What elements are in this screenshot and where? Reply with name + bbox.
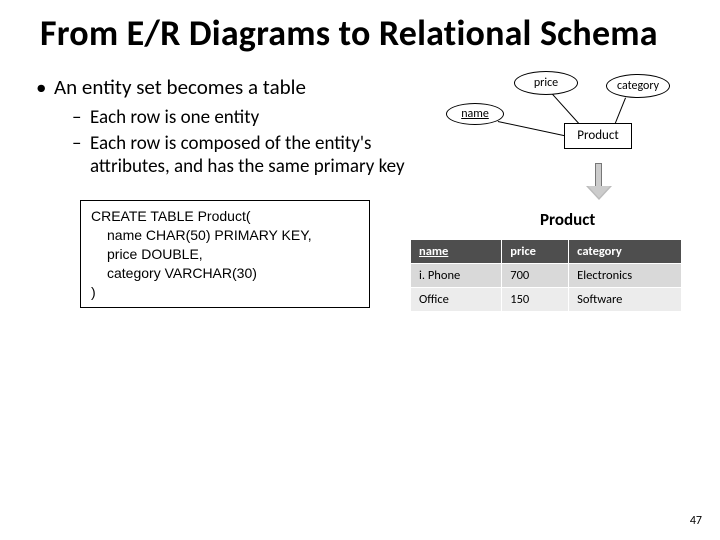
table-header-category: category xyxy=(569,239,682,263)
cell-price: 700 xyxy=(502,263,569,287)
slide: From E/R Diagrams to Relational Schema •… xyxy=(0,0,720,540)
cell-name: Office xyxy=(411,287,502,311)
arrow-down-icon xyxy=(586,163,610,203)
er-attribute-name: name xyxy=(446,103,504,125)
sql-code-box: CREATE TABLE Product( name CHAR(50) PRIM… xyxy=(80,200,370,308)
relation-table: name price category i. Phone 700 Electro… xyxy=(410,239,682,312)
bullet-dash-icon: – xyxy=(72,132,90,178)
page-number: 47 xyxy=(690,514,702,528)
sub-bullet-text: Each row is one entity xyxy=(90,106,259,129)
table-header-row: name price category xyxy=(411,239,682,263)
cell-category: Software xyxy=(569,287,682,311)
page-title: From E/R Diagrams to Relational Schema xyxy=(40,14,680,53)
code-line: ) xyxy=(91,283,359,302)
er-diagram: price category name Product xyxy=(416,71,676,221)
sub-bullet-list: – Each row is one entity – Each row is c… xyxy=(72,106,410,178)
er-attribute-price: price xyxy=(514,71,578,95)
er-connector xyxy=(614,98,626,126)
er-attribute-name-text: name xyxy=(461,107,489,121)
table-row: i. Phone 700 Electronics xyxy=(411,263,682,287)
sub-bullet: – Each row is composed of the entity's a… xyxy=(72,132,410,178)
table-header-name: name xyxy=(411,239,502,263)
bullet-main-text: An entity set becomes a table xyxy=(54,75,306,101)
table-row: Office 150 Software xyxy=(411,287,682,311)
cell-name: i. Phone xyxy=(411,263,502,287)
left-column: • An entity set becomes a table – Each r… xyxy=(40,75,410,309)
code-line: price DOUBLE, xyxy=(91,245,359,264)
er-entity-product: Product xyxy=(564,123,632,149)
bullet-dot-icon: • xyxy=(36,75,54,101)
code-line: name CHAR(50) PRIMARY KEY, xyxy=(91,226,359,245)
bullet-main: • An entity set becomes a table xyxy=(36,75,410,101)
sub-bullet-text: Each row is composed of the entity's att… xyxy=(90,132,410,178)
relation-table-title: Product xyxy=(540,209,595,230)
cell-category: Electronics xyxy=(569,263,682,287)
code-line: category VARCHAR(30) xyxy=(91,264,359,283)
er-connector xyxy=(498,121,569,137)
table-header-price: price xyxy=(502,239,569,263)
cell-price: 150 xyxy=(502,287,569,311)
er-attribute-category: category xyxy=(606,74,670,98)
right-column: price category name Product Product name… xyxy=(410,75,680,309)
body-row: • An entity set becomes a table – Each r… xyxy=(40,75,680,309)
code-line: CREATE TABLE Product( xyxy=(91,207,359,226)
sub-bullet: – Each row is one entity xyxy=(72,106,410,129)
bullet-dash-icon: – xyxy=(72,106,90,129)
